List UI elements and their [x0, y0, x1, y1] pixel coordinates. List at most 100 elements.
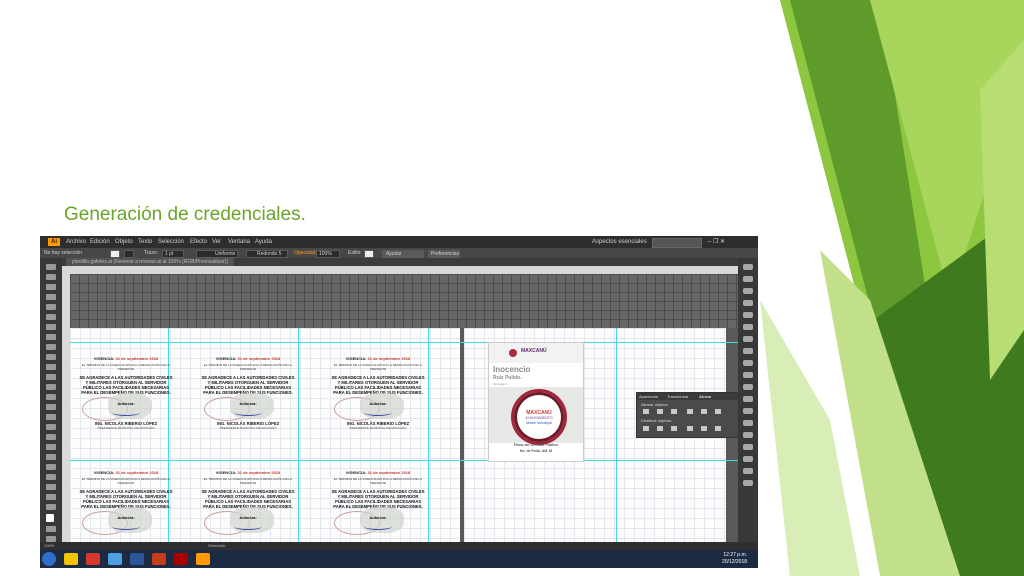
tab-apariencia[interactable]: Apariencia	[639, 393, 658, 400]
canvas[interactable]: VIGENCIA: 31 de septiembre 2018 EL TÉRMI…	[70, 274, 738, 550]
credential-front[interactable]: MAXCANÚ Inocencio Ruiz Pulido. Mensajero…	[488, 342, 584, 462]
rectangle-tool-icon[interactable]	[46, 334, 56, 340]
shape-builder-tool-icon[interactable]	[46, 424, 56, 430]
credential-back[interactable]: VIGENCIA: 31 de septiembre 2018 EL TÉRMI…	[196, 354, 300, 454]
menu-seleccion[interactable]: Selección	[158, 236, 184, 248]
align-center-h-icon[interactable]	[657, 409, 663, 414]
swatches-panel-icon[interactable]	[743, 288, 753, 294]
file-explorer-icon[interactable]	[64, 553, 78, 565]
photoshop-icon[interactable]	[108, 553, 122, 565]
blob-brush-tool-icon[interactable]	[46, 364, 56, 370]
transparency-panel-icon[interactable]	[743, 348, 753, 354]
mesh-tool-icon[interactable]	[46, 444, 56, 450]
color-guide-panel-icon[interactable]	[743, 276, 753, 282]
align-top-icon[interactable]	[687, 409, 693, 414]
style-swatch[interactable]	[364, 250, 374, 258]
brush-select[interactable]: Redondo 5 pt	[246, 250, 288, 267]
zoom-level[interactable]: 100%	[44, 542, 54, 550]
magic-wand-tool-icon[interactable]	[46, 284, 56, 290]
lasso-tool-icon[interactable]	[46, 294, 56, 300]
illustrator-taskbar-icon[interactable]	[196, 553, 210, 565]
width-tool-icon[interactable]	[46, 404, 56, 410]
artboard-tool-icon[interactable]	[46, 504, 56, 510]
search-input[interactable]	[652, 238, 702, 248]
credential-back[interactable]: VIGENCIA: 31 de septiembre 2018 EL TÉRMI…	[326, 468, 430, 550]
menu-ver[interactable]: Ver	[212, 236, 221, 248]
artboards-panel-icon[interactable]	[743, 396, 753, 402]
opacity-field[interactable]: 100%	[316, 250, 340, 258]
appearance-panel-icon[interactable]	[743, 360, 753, 366]
menu-objeto[interactable]: Objeto	[115, 236, 133, 248]
menu-efecto[interactable]: Efecto	[190, 236, 207, 248]
hand-tool-icon[interactable]	[46, 526, 56, 532]
menu-edicion[interactable]: Edición	[90, 236, 110, 248]
powerpoint-icon[interactable]	[152, 553, 166, 565]
paragraph-panel-icon[interactable]	[743, 456, 753, 462]
align-left-icon[interactable]	[643, 409, 649, 414]
gradient-tool-icon[interactable]	[46, 454, 56, 460]
chrome-icon[interactable]	[86, 553, 100, 565]
preferences-button[interactable]: Preferencias	[428, 250, 460, 258]
graphic-styles-panel-icon[interactable]	[743, 372, 753, 378]
pen-tool-icon[interactable]	[46, 304, 56, 310]
scale-tool-icon[interactable]	[46, 394, 56, 400]
word-icon[interactable]	[130, 553, 144, 565]
paintbrush-tool-icon[interactable]	[46, 344, 56, 350]
vertical-ruler[interactable]	[62, 274, 70, 550]
brushes-panel-icon[interactable]	[743, 300, 753, 306]
opacity-label[interactable]: Opacidad:	[294, 248, 317, 258]
distribute-bottom-icon[interactable]	[671, 426, 677, 431]
symbol-sprayer-tool-icon[interactable]	[46, 484, 56, 490]
horizontal-ruler[interactable]	[62, 266, 738, 274]
align-panel-icon[interactable]	[743, 408, 753, 414]
gradient-panel-icon[interactable]	[743, 336, 753, 342]
align-panel[interactable]: Apariencia Transformar Alinear Alinear o…	[636, 392, 738, 438]
stroke-profile-select[interactable]: Uniforme	[196, 250, 238, 258]
direct-selection-tool-icon[interactable]	[46, 274, 56, 280]
perspective-grid-tool-icon[interactable]	[46, 434, 56, 440]
links-panel-icon[interactable]	[743, 480, 753, 486]
document-tab[interactable]: plantilla gafetes.ai (Reverse a reverso.…	[66, 258, 234, 266]
stroke-weight-field[interactable]: 1 pt	[162, 250, 184, 258]
stroke-panel-icon[interactable]	[743, 324, 753, 330]
distribute-top-icon[interactable]	[643, 426, 649, 431]
color-panel-icon[interactable]	[743, 264, 753, 270]
align-bottom-icon[interactable]	[715, 409, 721, 414]
eraser-tool-icon[interactable]	[46, 374, 56, 380]
distribute-left-icon[interactable]	[687, 426, 693, 431]
menu-archivo[interactable]: Archivo	[66, 236, 86, 248]
menu-ayuda[interactable]: Ayuda	[255, 236, 272, 248]
tab-transformar[interactable]: Transformar	[667, 393, 689, 400]
rotate-tool-icon[interactable]	[46, 384, 56, 390]
align-center-v-icon[interactable]	[701, 409, 707, 414]
selection-tool-icon[interactable]	[46, 264, 56, 270]
distribute-center-v-icon[interactable]	[657, 426, 663, 431]
free-transform-tool-icon[interactable]	[46, 414, 56, 420]
character-panel-icon[interactable]	[743, 444, 753, 450]
credential-back[interactable]: VIGENCIA: 31 de septiembre 2018 EL TÉRMI…	[326, 354, 430, 454]
document-setup-button[interactable]: Ajustar documento	[382, 250, 424, 267]
acrobat-icon[interactable]	[174, 553, 188, 565]
layers-panel-icon[interactable]	[743, 384, 753, 390]
menu-texto[interactable]: Texto	[138, 236, 152, 248]
pathfinder-panel-icon[interactable]	[743, 432, 753, 438]
eyedropper-tool-icon[interactable]	[46, 464, 56, 470]
transform-panel-icon[interactable]	[743, 420, 753, 426]
window-controls[interactable]: – ❐ ✕	[708, 236, 725, 248]
workspace-switcher[interactable]: Aspectos esenciales	[592, 236, 647, 248]
type-tool-icon[interactable]	[46, 314, 56, 320]
fill-swatch[interactable]	[110, 250, 120, 258]
menu-ventana[interactable]: Ventana	[228, 236, 250, 248]
start-button-icon[interactable]	[42, 552, 56, 566]
credential-back[interactable]: VIGENCIA: 31 de septiembre 2018 EL TÉRMI…	[74, 468, 178, 550]
stroke-swatch[interactable]	[124, 250, 134, 258]
align-right-icon[interactable]	[671, 409, 677, 414]
credential-back[interactable]: VIGENCIA: 31 de septiembre 2018 EL TÉRMI…	[74, 354, 178, 454]
distribute-center-h-icon[interactable]	[701, 426, 707, 431]
graph-tool-icon[interactable]	[46, 494, 56, 500]
fill-color-icon[interactable]	[46, 514, 54, 522]
opentype-panel-icon[interactable]	[743, 468, 753, 474]
credential-back[interactable]: VIGENCIA: 31 de septiembre 2018 EL TÉRMI…	[196, 468, 300, 550]
pencil-tool-icon[interactable]	[46, 354, 56, 360]
blend-tool-icon[interactable]	[46, 474, 56, 480]
